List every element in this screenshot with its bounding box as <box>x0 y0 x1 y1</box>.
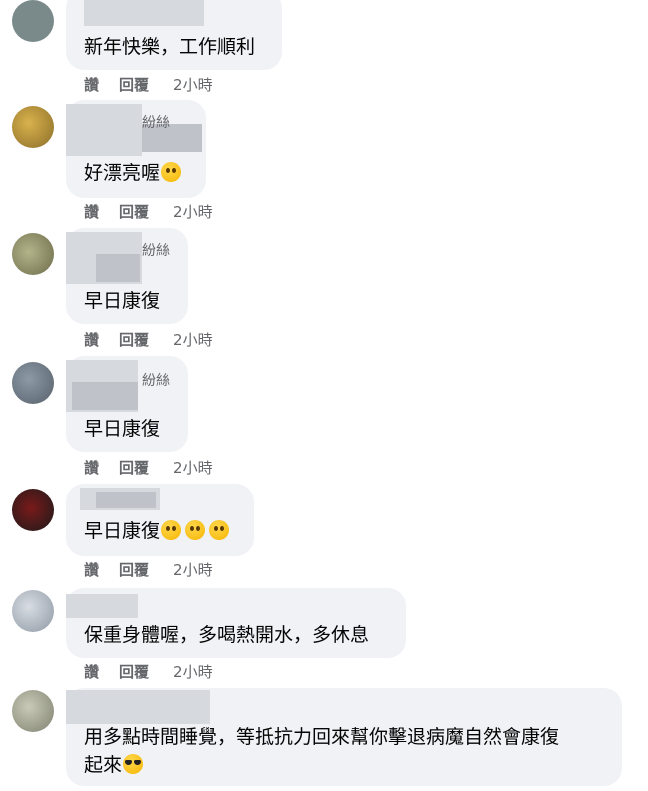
blurred-author-name[interactable] <box>72 382 138 410</box>
comment-item: 新年快樂，工作順利 讚回覆 2小時 <box>0 0 648 100</box>
reply-button[interactable]: 回覆 <box>119 457 149 478</box>
comment-bubble: 用多點時間睡覺，等抵抗力回來幫你擊退病魔自然會康復 起來 <box>66 688 622 786</box>
pleading-face-emoji <box>161 520 182 540</box>
like-button[interactable]: 讚 <box>84 457 99 478</box>
avatar[interactable] <box>12 590 54 632</box>
comment-item: 紛絲 早日康復 讚回覆 2小時 <box>0 228 648 356</box>
comment-bubble: 保重身體喔，多喝熱開水，多休息 <box>66 588 406 658</box>
blurred-author-name[interactable] <box>96 492 156 508</box>
reply-button[interactable]: 回覆 <box>119 74 149 95</box>
avatar[interactable] <box>12 362 54 404</box>
comment-text: 好漂亮喔 <box>84 160 182 186</box>
comment-text: 早日康復 <box>84 290 161 312</box>
timestamp[interactable]: 2小時 <box>173 74 213 95</box>
comment-bubble: 紛絲 早日康復 <box>66 228 188 324</box>
avatar[interactable] <box>12 233 54 275</box>
pleading-face-emoji <box>209 520 230 540</box>
reply-button[interactable]: 回覆 <box>119 329 149 350</box>
blurred-author-name[interactable] <box>84 0 204 26</box>
avatar[interactable] <box>12 690 54 732</box>
blurred-author-name[interactable] <box>96 254 140 282</box>
like-button[interactable]: 讚 <box>84 559 99 580</box>
pleading-face-emoji <box>185 520 206 540</box>
sunglasses-face-emoji <box>123 754 144 774</box>
like-button[interactable]: 讚 <box>84 74 99 95</box>
timestamp[interactable]: 2小時 <box>173 559 213 580</box>
comment-text: 保重身體喔，多喝熱開水，多休息 <box>84 624 370 646</box>
like-button[interactable]: 讚 <box>84 661 99 682</box>
comment-item: 紛絲 早日康復 讚回覆 2小時 <box>0 356 648 484</box>
comment-bubble: 早日康復 <box>66 484 254 556</box>
comment-item: 紛絲 好漂亮喔 讚回覆 2小時 <box>0 100 648 228</box>
comment-text: 起來 <box>84 752 144 778</box>
comment-text: 早日康復 <box>84 518 230 544</box>
comment-item: 保重身體喔，多喝熱開水，多休息 讚回覆 2小時 <box>0 588 648 688</box>
comment-actions: 讚回覆 2小時 <box>84 559 233 580</box>
flushed-face-emoji <box>161 162 182 182</box>
comment-actions: 讚回覆 2小時 <box>84 201 233 222</box>
timestamp[interactable]: 2小時 <box>173 661 213 682</box>
comment-text: 早日康復 <box>84 418 161 440</box>
reply-button[interactable]: 回覆 <box>119 559 149 580</box>
comment-bubble: 紛絲 早日康復 <box>66 356 188 452</box>
fan-badge: 紛絲 <box>142 115 170 131</box>
comment-item: 早日康復 讚回覆 2小時 <box>0 484 648 588</box>
comment-bubble: 新年快樂，工作順利 <box>66 0 282 70</box>
reply-button[interactable]: 回覆 <box>119 661 149 682</box>
like-button[interactable]: 讚 <box>84 201 99 222</box>
comment-actions: 讚回覆 2小時 <box>84 457 233 478</box>
comment-actions: 讚回覆 2小時 <box>84 661 233 682</box>
fan-badge: 紛絲 <box>142 373 170 389</box>
blurred-author-name[interactable] <box>66 594 138 618</box>
blurred-author-name[interactable] <box>66 690 210 724</box>
comment-bubble: 紛絲 好漂亮喔 <box>66 100 206 198</box>
avatar[interactable] <box>12 106 54 148</box>
reply-button[interactable]: 回覆 <box>119 201 149 222</box>
comment-actions: 讚回覆 2小時 <box>84 74 233 95</box>
comment-actions: 讚回覆 2小時 <box>84 329 233 350</box>
timestamp[interactable]: 2小時 <box>173 329 213 350</box>
like-button[interactable]: 讚 <box>84 329 99 350</box>
timestamp[interactable]: 2小時 <box>173 457 213 478</box>
comment-text: 新年快樂，工作順利 <box>84 36 256 58</box>
blurred-author-name[interactable] <box>66 104 142 156</box>
avatar[interactable] <box>12 0 54 42</box>
comment-text: 用多點時間睡覺，等抵抗力回來幫你擊退病魔自然會康復 <box>84 726 560 748</box>
comment-item: 用多點時間睡覺，等抵抗力回來幫你擊退病魔自然會康復 起來 <box>0 688 648 791</box>
avatar[interactable] <box>12 489 54 531</box>
fan-badge: 紛絲 <box>142 243 170 259</box>
timestamp[interactable]: 2小時 <box>173 201 213 222</box>
